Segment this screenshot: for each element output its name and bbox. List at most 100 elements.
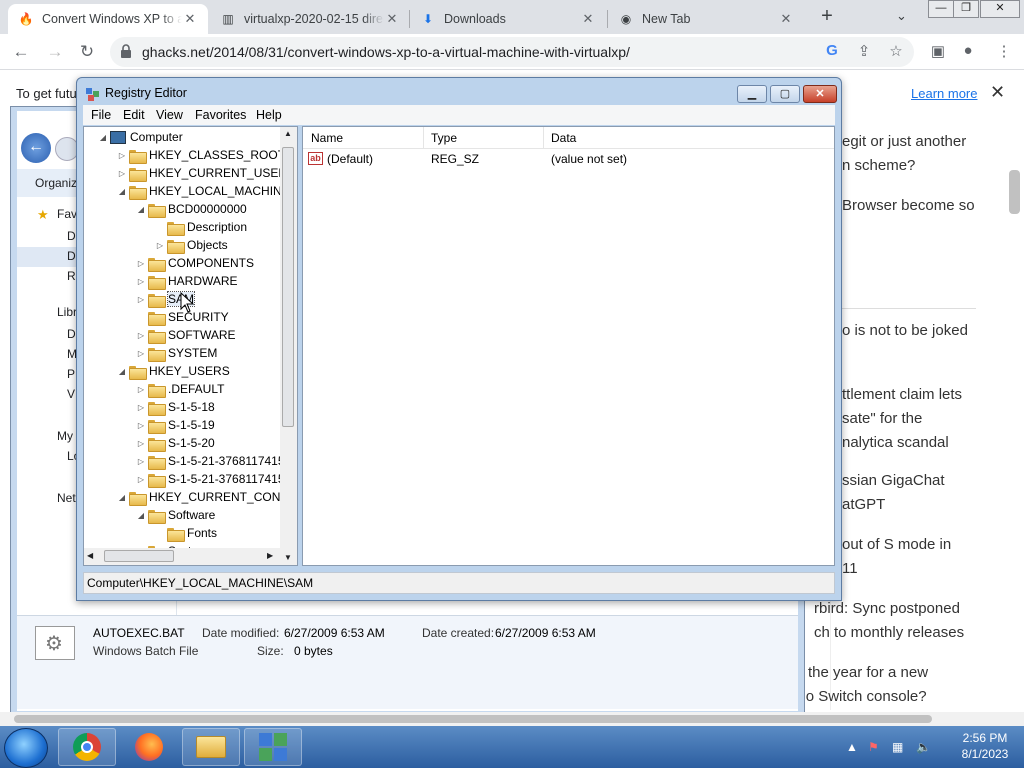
tree-node[interactable]: ▷ SOFTWARE (136, 326, 236, 344)
close-tab-icon[interactable]: ✕ (182, 11, 198, 27)
headline-text[interactable]: Browser become so (842, 197, 975, 214)
tree-node[interactable]: ▷ S-1-5-21-3768117415- (136, 470, 280, 488)
scroll-right-icon[interactable]: ▶ (267, 551, 273, 560)
expand-arrow-icon[interactable]: ▷ (136, 439, 146, 448)
menu-edit[interactable]: Edit (123, 108, 145, 122)
volume-muted-icon[interactable]: 🔈 (916, 740, 931, 754)
share-icon[interactable]: ⇪ (854, 42, 874, 62)
nav-label[interactable]: R (67, 269, 76, 283)
tree-node[interactable]: ▷ COMPONENTS (136, 254, 254, 272)
headline-text[interactable]: n scheme? (842, 157, 915, 174)
show-hidden-icons-icon[interactable]: ▲ (846, 740, 858, 754)
headline-text[interactable]: out of S mode in (842, 536, 951, 553)
headline-text[interactable]: 11 (842, 560, 858, 577)
bookmark-star-icon[interactable]: ☆ (886, 42, 906, 62)
nav-label[interactable]: D (67, 229, 76, 243)
expand-arrow-icon[interactable]: ▷ (136, 349, 146, 358)
menu-favorites[interactable]: Favorites (195, 108, 246, 122)
minimize-window-button[interactable]: — (928, 0, 954, 18)
forward-icon[interactable]: → (44, 42, 66, 64)
learn-more-link[interactable]: Learn more (911, 86, 977, 101)
tree-node[interactable]: ▷ S-1-5-18 (136, 398, 215, 416)
tree-node[interactable]: ▷ HKEY_CLASSES_ROOT (117, 146, 280, 164)
tree-node[interactable]: ◢ HKEY_USERS (117, 362, 230, 380)
column-type[interactable]: Type (431, 131, 457, 145)
column-separator[interactable] (543, 127, 544, 149)
tab-new-tab[interactable]: ◉ New Tab ✕ (608, 4, 804, 34)
tree-node[interactable]: ▷ S-1-5-19 (136, 416, 215, 434)
nav-label[interactable]: D (67, 249, 76, 263)
scroll-thumb[interactable] (14, 715, 932, 723)
tree-node[interactable]: Fonts (155, 524, 217, 542)
minimize-button[interactable]: ▁ (737, 85, 767, 103)
scroll-thumb[interactable] (282, 147, 294, 427)
tree-node[interactable]: ◢ Computer (98, 128, 183, 146)
tab-search-chevron-icon[interactable]: ⌄ (896, 8, 907, 24)
taskbar-chrome[interactable] (58, 728, 116, 766)
close-tab-icon[interactable]: ✕ (580, 11, 596, 27)
side-panel-icon[interactable]: ▣ (928, 42, 948, 62)
tree-node[interactable]: ▷ SYSTEM (136, 344, 217, 362)
menu-help[interactable]: Help (256, 108, 282, 122)
tab-downloads[interactable]: ⬇ Downloads ✕ (410, 4, 606, 34)
value-row[interactable]: ab (Default) REG_SZ (value not set) (303, 149, 834, 169)
expand-arrow-icon[interactable]: ▷ (136, 277, 146, 286)
restore-window-button[interactable]: ❐ (953, 0, 979, 18)
page-vertical-scroll-thumb[interactable] (1009, 170, 1020, 214)
expand-arrow-icon[interactable]: ▷ (136, 403, 146, 412)
tab-virtualxp-archive[interactable]: ▥ virtualxp-2020-02-15 directory listing… (210, 4, 410, 34)
scroll-up-icon[interactable]: ▲ (284, 129, 292, 138)
headline-text[interactable]: ssian GigaChat (842, 472, 945, 489)
tree-node[interactable]: ▷ S-1-5-21-3768117415- (136, 452, 280, 470)
reload-icon[interactable]: ↻ (76, 42, 98, 64)
tree-vertical-scrollbar[interactable]: ▲ ▼ (280, 127, 297, 565)
taskbar-explorer[interactable] (182, 728, 240, 766)
nav-label[interactable]: P (67, 367, 75, 381)
taskbar-firefox[interactable] (120, 728, 178, 766)
tree-node[interactable]: ◢ Software (136, 506, 215, 524)
close-window-button[interactable]: ✕ (980, 0, 1020, 18)
expand-arrow-icon[interactable]: ▷ (136, 421, 146, 430)
expand-arrow-icon[interactable]: ▷ (136, 295, 146, 304)
tree-horizontal-scrollbar[interactable]: ◀ ▶ (84, 548, 280, 565)
headline-text[interactable]: o is not to be joked (842, 322, 968, 339)
expand-arrow-icon[interactable]: ▷ (136, 259, 146, 268)
nav-label[interactable]: Net (57, 491, 76, 505)
expand-arrow-icon[interactable]: ▷ (117, 169, 127, 178)
tree-node[interactable]: ▷ Objects (155, 236, 228, 254)
page-horizontal-scrollbar[interactable] (0, 712, 1024, 726)
action-center-flag-icon[interactable]: ⚑ (868, 740, 879, 754)
nav-label[interactable]: Libr (57, 305, 77, 319)
headline-text[interactable]: egit or just another (842, 133, 966, 150)
expand-arrow-icon[interactable]: ▷ (136, 475, 146, 484)
column-separator[interactable] (423, 127, 424, 149)
taskbar-registry-editor[interactable] (244, 728, 302, 766)
lock-icon[interactable] (120, 44, 132, 58)
tree-node[interactable]: ▷ HARDWARE (136, 272, 238, 290)
tree-node[interactable]: ▷ .DEFAULT (136, 380, 224, 398)
close-button[interactable]: ✕ (803, 85, 837, 103)
collapse-arrow-icon[interactable]: ◢ (98, 133, 108, 142)
menu-view[interactable]: View (156, 108, 183, 122)
scroll-down-icon[interactable]: ▼ (284, 553, 292, 562)
collapse-arrow-icon[interactable]: ◢ (136, 511, 146, 520)
column-data[interactable]: Data (551, 131, 576, 145)
headline-text[interactable]: atGPT (842, 496, 885, 513)
nav-label[interactable]: My (57, 429, 73, 443)
tree-node[interactable]: ◢ HKEY_LOCAL_MACHINE (117, 182, 280, 200)
expand-arrow-icon[interactable]: ▷ (136, 385, 146, 394)
new-tab-button[interactable]: + (816, 6, 838, 28)
tree-node[interactable]: ◢ HKEY_CURRENT_CONFIG (117, 488, 280, 506)
column-name[interactable]: Name (311, 131, 343, 145)
headline-text[interactable]: sate" for the (842, 410, 922, 427)
nav-label[interactable]: Fav (57, 207, 77, 221)
headline-text[interactable]: the year for a new (808, 664, 928, 681)
explorer-back-icon[interactable]: ← (21, 133, 51, 163)
system-clock[interactable]: 2:56 PM 8/1/2023 (950, 730, 1020, 762)
expand-arrow-icon[interactable]: ▷ (136, 331, 146, 340)
headline-text[interactable]: rbird: Sync postponed (814, 600, 960, 617)
headline-text[interactable]: ch to monthly releases (814, 624, 964, 641)
expand-arrow-icon[interactable]: ▷ (155, 241, 165, 250)
start-button-windows-icon[interactable] (4, 728, 48, 768)
collapse-arrow-icon[interactable]: ◢ (117, 493, 127, 502)
